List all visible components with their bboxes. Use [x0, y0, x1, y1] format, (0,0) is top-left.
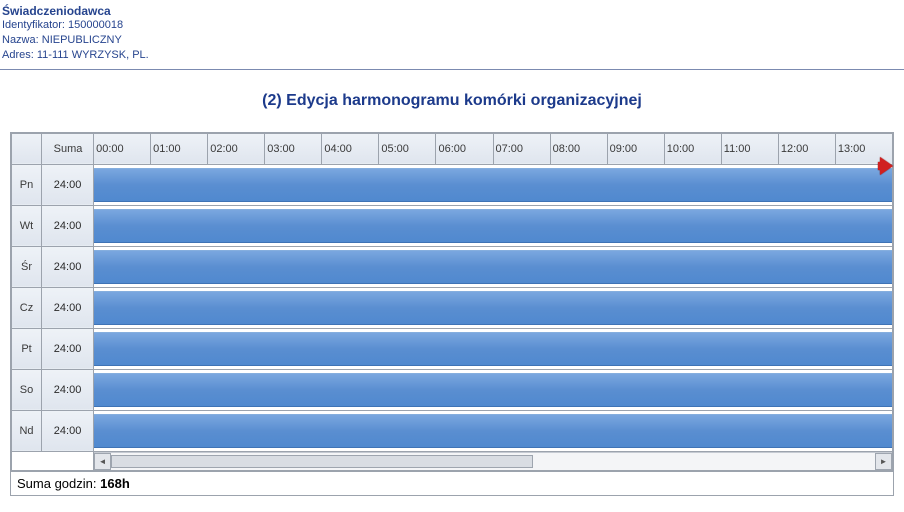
hour-header: 11:00 [721, 133, 778, 164]
provider-id-value: 150000018 [68, 19, 123, 31]
time-bar[interactable] [94, 291, 892, 325]
provider-title: Świadczeniodawca [2, 4, 902, 18]
hour-header: 03:00 [265, 133, 322, 164]
day-label: Cz [12, 287, 42, 328]
schedule-row: Pt 24:00 [12, 328, 893, 369]
hour-header: 02:00 [208, 133, 265, 164]
day-label: Nd [12, 410, 42, 451]
page-title: (2) Edycja harmonogramu komórki organiza… [0, 92, 904, 110]
hour-header: 06:00 [436, 133, 493, 164]
scroll-right-icon[interactable] [880, 157, 893, 175]
day-sum: 24:00 [42, 369, 94, 410]
day-label: Śr [12, 246, 42, 287]
time-bar-cell[interactable] [94, 328, 893, 369]
day-sum: 24:00 [42, 205, 94, 246]
schedule-row: Pn 24:00 [12, 164, 893, 205]
total-hours-row: Suma godzin: 168h [11, 471, 893, 495]
horizontal-scrollbar[interactable]: ◄ ► [94, 452, 892, 470]
hour-header: 07:00 [493, 133, 550, 164]
schedule-row: Nd 24:00 [12, 410, 893, 451]
time-bar-cell[interactable] [94, 205, 893, 246]
sum-header: Suma [42, 133, 94, 164]
schedule-table: Suma 00:00 01:00 02:00 03:00 04:00 05:00… [11, 133, 893, 471]
day-sum: 24:00 [42, 164, 94, 205]
time-bar[interactable] [94, 414, 892, 448]
provider-name-value: NIEPUBLICZNY [42, 34, 122, 46]
scroll-right-button[interactable]: ► [875, 453, 892, 470]
time-bar[interactable] [94, 373, 892, 407]
time-bar-cell[interactable] [94, 287, 893, 328]
schedule-row: Cz 24:00 [12, 287, 893, 328]
provider-info-block: Świadczeniodawca Identyfikator: 15000001… [0, 0, 904, 69]
provider-addr-line: Adres: 11-111 WYRZYSK, PL. [2, 48, 902, 63]
time-bar[interactable] [94, 332, 892, 366]
hour-header: 00:00 [94, 133, 151, 164]
time-bar-cell[interactable] [94, 369, 893, 410]
day-sum: 24:00 [42, 328, 94, 369]
time-bar-cell[interactable] [94, 246, 893, 287]
hour-header: 08:00 [550, 133, 607, 164]
provider-name-line: Nazwa: NIEPUBLICZNY [2, 33, 902, 48]
time-bar-cell[interactable] [94, 410, 893, 451]
day-header-empty [12, 133, 42, 164]
scrollbar-thumb[interactable] [111, 455, 533, 468]
day-label: Pt [12, 328, 42, 369]
day-label: Pn [12, 164, 42, 205]
day-label: Wt [12, 205, 42, 246]
day-sum: 24:00 [42, 287, 94, 328]
horizontal-scrollbar-row: ◄ ► [12, 451, 893, 470]
schedule-row: Wt 24:00 [12, 205, 893, 246]
provider-id-label: Identyfikator: [2, 19, 65, 31]
hour-header: 04:00 [322, 133, 379, 164]
time-bar[interactable] [94, 250, 892, 284]
hour-header: 05:00 [379, 133, 436, 164]
provider-addr-value: 11-111 WYRZYSK, PL. [37, 49, 149, 61]
schedule-row: So 24:00 [12, 369, 893, 410]
total-hours-label: Suma godzin: [17, 476, 97, 491]
hour-header: 10:00 [664, 133, 721, 164]
provider-name-label: Nazwa: [2, 34, 39, 46]
provider-id-line: Identyfikator: 150000018 [2, 18, 902, 33]
hour-header: 12:00 [778, 133, 835, 164]
scrollbar-track[interactable] [111, 453, 875, 470]
time-bar[interactable] [94, 209, 892, 243]
header-divider [0, 69, 904, 70]
day-sum: 24:00 [42, 246, 94, 287]
provider-addr-label: Adres: [2, 49, 34, 61]
time-bar-cell[interactable] [94, 164, 893, 205]
schedule-header-row: Suma 00:00 01:00 02:00 03:00 04:00 05:00… [12, 133, 893, 164]
hour-header: 01:00 [151, 133, 208, 164]
schedule-row: Śr 24:00 [12, 246, 893, 287]
schedule-grid: Suma 00:00 01:00 02:00 03:00 04:00 05:00… [10, 132, 894, 496]
hour-header: 09:00 [607, 133, 664, 164]
scroll-left-button[interactable]: ◄ [94, 453, 111, 470]
total-hours-value: 168h [100, 476, 130, 491]
day-label: So [12, 369, 42, 410]
day-sum: 24:00 [42, 410, 94, 451]
time-bar[interactable] [94, 168, 892, 202]
